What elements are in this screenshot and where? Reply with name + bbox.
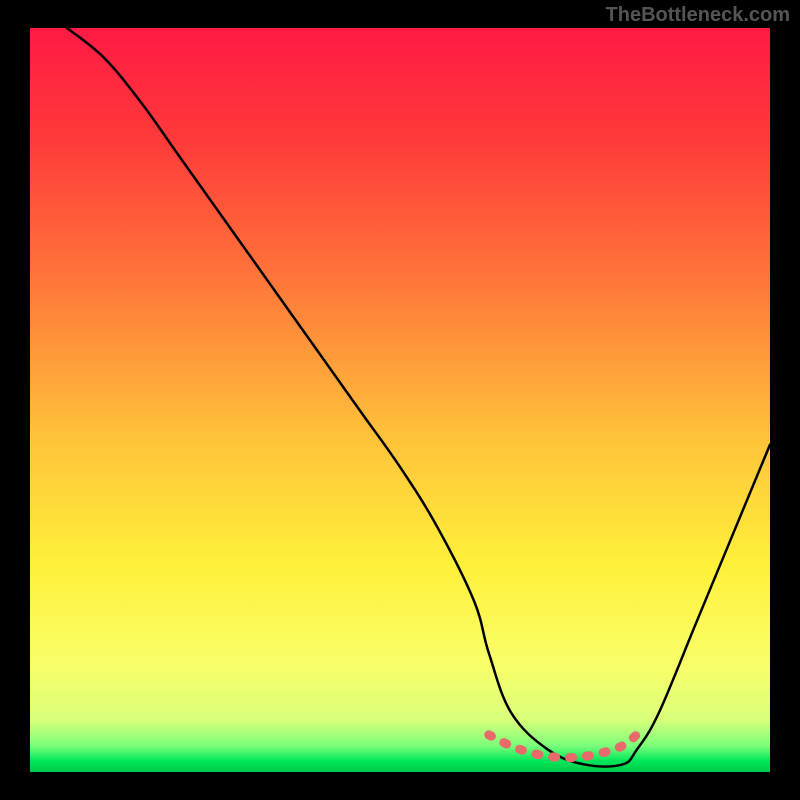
bottleneck-chart bbox=[0, 0, 800, 800]
chart-container: TheBottleneck.com bbox=[0, 0, 800, 800]
chart-gradient-bg bbox=[30, 28, 770, 772]
watermark-text: TheBottleneck.com bbox=[606, 4, 790, 27]
